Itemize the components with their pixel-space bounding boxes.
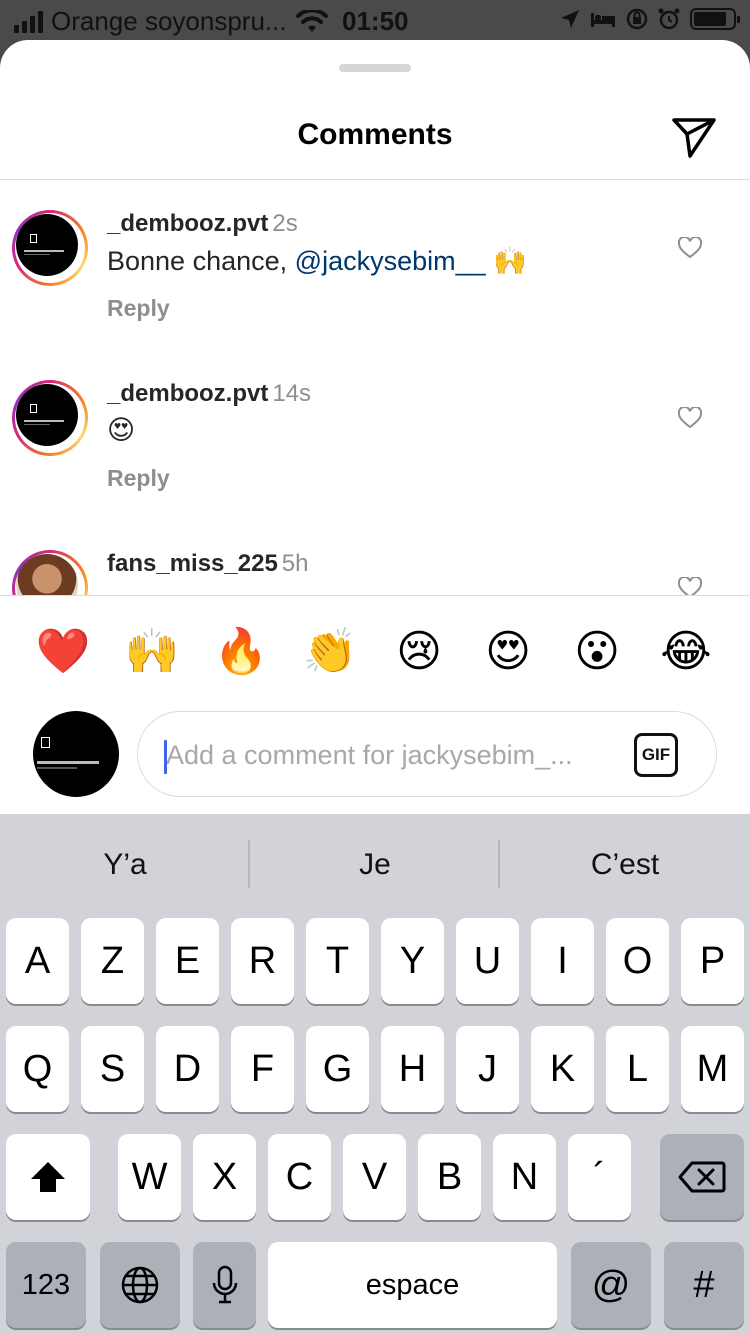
signal-icon	[14, 10, 43, 33]
key-s[interactable]: S	[81, 1026, 144, 1112]
comments-list[interactable]: _dembooz.pvt 2s Bonne chance, @jackysebim…	[0, 181, 750, 595]
suggestion-bar: Y’a Je C’est	[0, 814, 750, 914]
suggestion-item[interactable]: C’est	[500, 848, 750, 882]
key-l[interactable]: L	[606, 1026, 669, 1112]
emoji-heart-eyes[interactable]: 😍	[480, 624, 536, 680]
status-time: 01:50	[342, 6, 409, 36]
key-a[interactable]: A	[6, 918, 69, 1004]
key-u[interactable]: U	[456, 918, 519, 1004]
comment-input-placeholder: Add a comment for jackysebim_...	[166, 740, 573, 770]
comment-time: 14s	[272, 380, 312, 407]
send-icon[interactable]	[670, 114, 718, 162]
emoji-heart[interactable]: ❤️	[35, 624, 91, 680]
key-p[interactable]: P	[681, 918, 744, 1004]
orientation-lock-icon	[626, 8, 648, 30]
key-v[interactable]: V	[343, 1134, 406, 1220]
reply-button[interactable]: Reply	[107, 465, 170, 492]
comment-text: 😍	[107, 415, 136, 446]
battery-icon	[690, 8, 740, 30]
key-o[interactable]: O	[606, 918, 669, 1004]
key-t[interactable]: T	[306, 918, 369, 1004]
comment-input[interactable]: Add a comment for jackysebim_... GIF	[137, 711, 717, 797]
keyboard: Y’a Je C’est A Z E R T Y U I O P Q S D F…	[0, 814, 750, 1334]
location-icon	[561, 10, 579, 28]
globe-key[interactable]	[100, 1242, 180, 1328]
heart-icon[interactable]	[678, 407, 702, 429]
comment-time: 2s	[272, 210, 298, 237]
avatar	[33, 711, 119, 797]
microphone-icon	[212, 1265, 237, 1304]
gif-button[interactable]: GIF	[634, 733, 678, 777]
alarm-icon	[658, 8, 680, 30]
at-key[interactable]: @	[571, 1242, 651, 1328]
key-i[interactable]: I	[531, 918, 594, 1004]
key-k[interactable]: K	[531, 1026, 594, 1112]
comment-mention[interactable]: @jackysebim__	[295, 246, 486, 276]
key-j[interactable]: J	[456, 1026, 519, 1112]
key-z[interactable]: Z	[81, 918, 144, 1004]
reply-button[interactable]: Reply	[107, 295, 170, 322]
comment-text: Bonne chance, @jackysebim__ 🙌	[107, 245, 527, 277]
key-f[interactable]: F	[231, 1026, 294, 1112]
suggestion-item[interactable]: Y’a	[0, 848, 250, 882]
avatar[interactable]	[12, 550, 88, 595]
key-e[interactable]: E	[156, 918, 219, 1004]
key-acute[interactable]: ´	[568, 1134, 631, 1220]
comment-time: 5h	[281, 550, 309, 577]
comment-username[interactable]: _dembooz.pvt	[107, 210, 268, 237]
wifi-icon	[296, 9, 328, 32]
comment-emoji: 🙌	[493, 246, 527, 277]
comments-sheet: Comments _dembooz.pvt 2s Bonne chance, @j…	[0, 40, 750, 814]
key-q[interactable]: Q	[6, 1026, 69, 1112]
key-b[interactable]: B	[418, 1134, 481, 1220]
emoji-crying[interactable]: 😢	[391, 624, 447, 680]
comment-item: _dembooz.pvt 2s Bonne chance, @jackysebim…	[0, 181, 750, 331]
microphone-key[interactable]	[193, 1242, 256, 1328]
comment-item: fans_miss_225 5h	[0, 521, 750, 595]
page-title: Comments	[297, 118, 453, 151]
key-x[interactable]: X	[193, 1134, 256, 1220]
comment-composer: Add a comment for jackysebim_... GIF	[0, 705, 750, 814]
key-g[interactable]: G	[306, 1026, 369, 1112]
heart-icon[interactable]	[678, 237, 702, 259]
shift-key[interactable]	[6, 1134, 90, 1220]
comment-body: Bonne chance,	[107, 246, 295, 276]
text-caret	[164, 740, 167, 774]
bed-icon	[591, 13, 615, 27]
hash-key[interactable]: #	[664, 1242, 744, 1328]
sheet-grabber[interactable]	[339, 64, 411, 72]
key-n[interactable]: N	[493, 1134, 556, 1220]
emoji-reaction-bar: ❤️ 🙌 🔥 👏 😢 😍 😮 😂	[0, 595, 750, 705]
space-key[interactable]: espace	[268, 1242, 557, 1328]
comment-item: _dembooz.pvt 14s 😍 Reply	[0, 351, 750, 501]
heart-icon[interactable]	[678, 577, 702, 595]
emoji-laughing[interactable]: 😂	[658, 624, 714, 680]
emoji-surprised[interactable]: 😮	[569, 624, 625, 680]
comment-username[interactable]: _dembooz.pvt	[107, 380, 268, 407]
key-h[interactable]: H	[381, 1026, 444, 1112]
carrier-name: Orange soyonspru...	[51, 6, 287, 36]
comment-username[interactable]: fans_miss_225	[107, 550, 278, 577]
status-bar: Orange soyonspru... 01:50	[0, 0, 750, 40]
emoji-fire[interactable]: 🔥	[213, 624, 269, 680]
avatar[interactable]	[12, 380, 88, 456]
shift-icon	[31, 1162, 65, 1192]
backspace-key[interactable]	[660, 1134, 744, 1220]
key-w[interactable]: W	[118, 1134, 181, 1220]
sheet-header: Comments	[0, 96, 750, 180]
avatar[interactable]	[12, 210, 88, 286]
emoji-raising-hands[interactable]: 🙌	[124, 624, 180, 680]
key-c[interactable]: C	[268, 1134, 331, 1220]
key-m[interactable]: M	[681, 1026, 744, 1112]
key-y[interactable]: Y	[381, 918, 444, 1004]
key-r[interactable]: R	[231, 918, 294, 1004]
suggestion-item[interactable]: Je	[250, 848, 500, 882]
numbers-key[interactable]: 123	[6, 1242, 86, 1328]
key-d[interactable]: D	[156, 1026, 219, 1112]
backspace-icon	[678, 1161, 726, 1193]
emoji-clapping[interactable]: 👏	[302, 624, 358, 680]
globe-icon	[121, 1266, 159, 1304]
